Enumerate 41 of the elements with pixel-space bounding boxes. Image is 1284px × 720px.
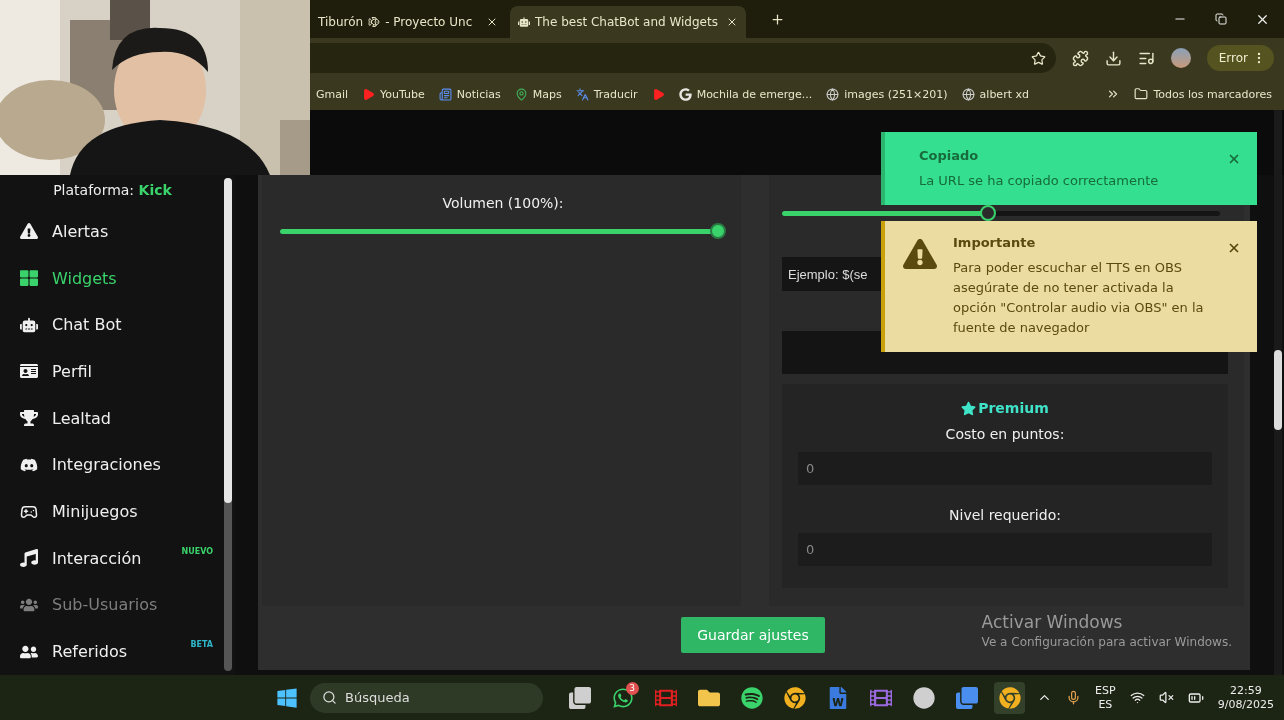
sidebar-item[interactable]: Referidos BETA [0, 628, 235, 676]
new-tag: BETA [190, 640, 213, 650]
toast-title: Importante [953, 235, 1037, 250]
sidebar-item[interactable]: Chat Bot [0, 301, 235, 349]
sidebar-item[interactable]: Alertas [0, 208, 235, 255]
toast-message: La URL se ha copiado correctamente [919, 172, 1160, 190]
clock[interactable]: 22:59 9/08/2025 [1217, 683, 1275, 712]
browser-tab[interactable]: Tiburón - Proyecto Unc [310, 6, 506, 38]
cost-label: Costo en puntos: [945, 426, 1065, 442]
toast-message: Para poder escuchar el TTS en OBS asegúrate de no tener activada la opción "Controlar audio via OBS" en la fuente de navegador [953, 259, 1205, 337]
new-tag: NUEVO [181, 546, 213, 556]
sidebar-item[interactable]: Interacción NUEVO [0, 534, 235, 582]
sidebar-item[interactable]: Widgets [0, 254, 235, 302]
sidebar-item[interactable]: Minijuegos [0, 488, 235, 535]
bookmark-link[interactable]: Gmail [316, 87, 349, 101]
bookmark-link[interactable]: Traducir [575, 87, 638, 101]
level-input[interactable]: 0 [798, 533, 1212, 566]
sidebar-item[interactable]: Perfil [0, 348, 235, 395]
bookmark-link[interactable]: Maps [514, 87, 562, 101]
sidebar-item[interactable]: Integraciones [0, 441, 235, 489]
activation-title: Activar Windows [981, 612, 1124, 632]
toast-title: Copiado [919, 148, 980, 163]
browser-tab[interactable]: The best ChatBot and Widgets [510, 6, 746, 38]
bookmark-link[interactable]: images (251×201) [826, 87, 948, 101]
taskbar-app[interactable]: 3 [607, 681, 639, 714]
profile-error-button[interactable]: Error [1206, 45, 1274, 71]
search-field[interactable]: Búsqueda [310, 682, 543, 713]
bookmark-link[interactable]: Mochila de emerge... [678, 87, 813, 101]
cost-input[interactable]: 0 [798, 452, 1212, 485]
platform-label: Plataforma: Kick [52, 182, 173, 198]
bookmark-link[interactable]: YouTube [362, 87, 425, 101]
sidebar-item[interactable]: Lealtad [0, 394, 235, 442]
activation-message: Ve a Configuración para activar Windows. [981, 635, 1232, 649]
bookmark-link[interactable]: Noticias [438, 87, 501, 101]
premium-title: Premium [961, 400, 1049, 416]
all-bookmarks-link[interactable]: Todos los marcadores [1134, 87, 1272, 101]
bookmark-link[interactable]: albert xd [961, 87, 1029, 101]
language-indicator[interactable]: ESP ES [1095, 683, 1116, 712]
count-badge: 3 [625, 681, 639, 695]
level-label: Nivel requerido: [949, 507, 1061, 523]
volume-label: Volumen (100%): [441, 195, 565, 211]
